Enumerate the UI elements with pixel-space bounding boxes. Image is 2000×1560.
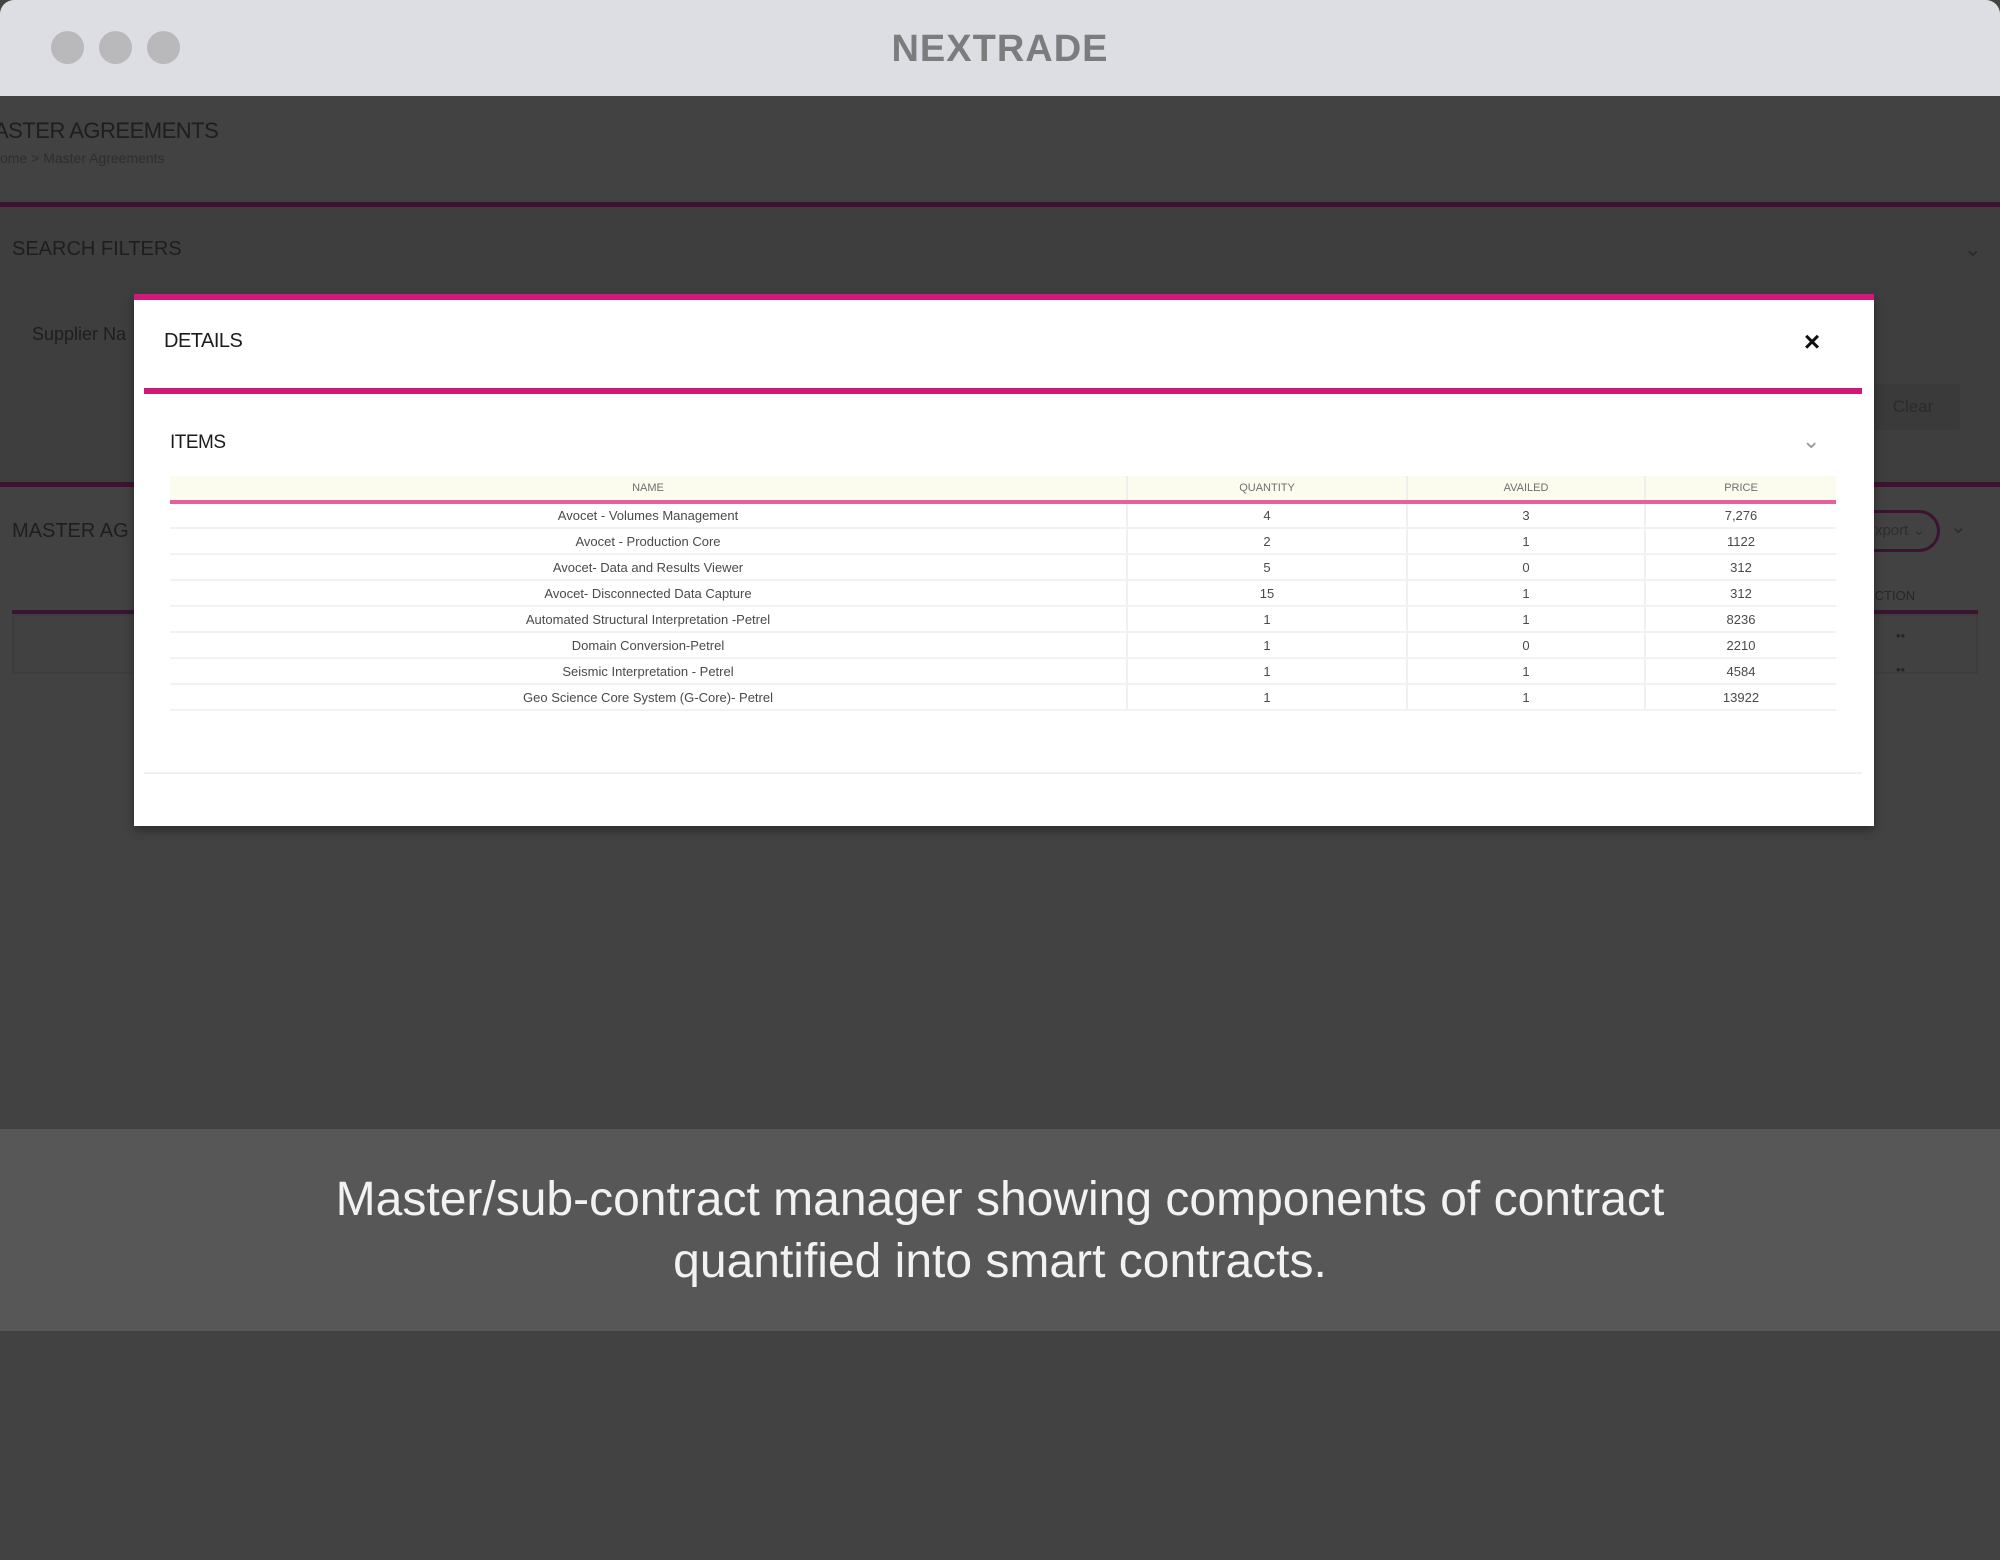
- supplier-name-label: Supplier Na: [32, 324, 127, 344]
- cell-quantity: 15: [1127, 580, 1408, 607]
- clear-button[interactable]: Clear: [1866, 384, 1960, 430]
- table-row[interactable]: Geo Science Core System (G-Core)- Petrel…: [170, 684, 1836, 711]
- cell-quantity: 2: [1127, 528, 1408, 555]
- details-modal: DETAILS × ITEMS ⌄ NAME QUANTITY AVAILED …: [134, 294, 1874, 826]
- caption-band: Master/sub-contract manager showing comp…: [0, 1129, 2000, 1331]
- items-section-title: ITEMS: [170, 432, 226, 453]
- row-action-icon[interactable]: ••: [1896, 662, 1905, 677]
- cell-availed: 1: [1407, 580, 1646, 607]
- chevron-down-icon[interactable]: ⌄: [1802, 428, 1820, 454]
- cell-price: 4584: [1645, 658, 1836, 685]
- row-action-icon[interactable]: ••: [1896, 628, 1905, 643]
- cell-price: 1122: [1645, 528, 1836, 555]
- caption-text: Master/sub-contract manager showing comp…: [0, 1169, 2000, 1293]
- cell-price: 7,276: [1645, 502, 1836, 529]
- cell-availed: 3: [1407, 502, 1646, 529]
- column-header-availed[interactable]: AVAILED: [1407, 476, 1646, 504]
- table-row[interactable]: Avocet- Disconnected Data Capture 15 1 3…: [170, 580, 1836, 607]
- cell-availed: 0: [1407, 632, 1646, 659]
- items-table: NAME QUANTITY AVAILED PRICE Avocet - Vol…: [170, 476, 1836, 711]
- cell-name: Domain Conversion-Petrel: [170, 632, 1128, 659]
- page-title: ASTER AGREEMENTS: [0, 118, 219, 143]
- cell-quantity: 1: [1127, 632, 1408, 659]
- modal-title: DETAILS: [164, 330, 243, 352]
- cell-quantity: 1: [1127, 606, 1408, 633]
- column-header-price[interactable]: PRICE: [1645, 476, 1836, 504]
- cell-name: Seismic Interpretation - Petrel: [170, 658, 1128, 685]
- table-header-row: NAME QUANTITY AVAILED PRICE: [170, 476, 1836, 504]
- cell-availed: 0: [1407, 554, 1646, 581]
- close-icon[interactable]: ×: [1798, 328, 1826, 356]
- cell-availed: 1: [1407, 528, 1646, 555]
- cell-price: 312: [1645, 554, 1836, 581]
- caption-line-2: quantified into smart contracts.: [673, 1235, 1327, 1288]
- cell-name: Geo Science Core System (G-Core)- Petrel: [170, 684, 1128, 711]
- chevron-down-icon[interactable]: ⌄: [1950, 514, 1967, 539]
- table-row[interactable]: Automated Structural Interpretation -Pet…: [170, 606, 1836, 633]
- window-titlebar: NEXTRADE: [0, 0, 2000, 96]
- cell-name: Avocet - Volumes Management: [170, 502, 1128, 529]
- cell-price: 2210: [1645, 632, 1836, 659]
- items-panel: ITEMS ⌄ NAME QUANTITY AVAILED PRICE Avoc…: [144, 394, 1862, 774]
- column-header-name[interactable]: NAME: [170, 476, 1128, 504]
- cell-availed: 1: [1407, 684, 1646, 711]
- cell-price: 312: [1645, 580, 1836, 607]
- cell-name: Avocet- Disconnected Data Capture: [170, 580, 1128, 607]
- cell-quantity: 5: [1127, 554, 1408, 581]
- chevron-down-icon[interactable]: ⌄: [1964, 236, 1982, 262]
- table-row[interactable]: Avocet - Volumes Management 4 3 7,276: [170, 502, 1836, 529]
- caption-line-1: Master/sub-contract manager showing comp…: [335, 1173, 1665, 1226]
- breadcrumb: ome > Master Agreements: [0, 150, 165, 166]
- cell-availed: 1: [1407, 658, 1646, 685]
- cell-availed: 1: [1407, 606, 1646, 633]
- search-filters-title: SEARCH FILTERS: [12, 238, 182, 260]
- master-agreements-title: MASTER AG: [12, 520, 129, 542]
- table-row[interactable]: Avocet- Data and Results Viewer 5 0 312: [170, 554, 1836, 581]
- cell-name: Avocet - Production Core: [170, 528, 1128, 555]
- cell-quantity: 1: [1127, 684, 1408, 711]
- table-row[interactable]: Seismic Interpretation - Petrel 1 1 4584: [170, 658, 1836, 685]
- cell-price: 13922: [1645, 684, 1836, 711]
- cell-quantity: 4: [1127, 502, 1408, 529]
- table-row[interactable]: Domain Conversion-Petrel 1 0 2210: [170, 632, 1836, 659]
- cell-name: Avocet- Data and Results Viewer: [170, 554, 1128, 581]
- cell-name: Automated Structural Interpretation -Pet…: [170, 606, 1128, 633]
- window-title: NEXTRADE: [891, 28, 1109, 70]
- table-row[interactable]: Avocet - Production Core 2 1 1122: [170, 528, 1836, 555]
- cell-price: 8236: [1645, 606, 1836, 633]
- column-header-quantity[interactable]: QUANTITY: [1127, 476, 1408, 504]
- cell-quantity: 1: [1127, 658, 1408, 685]
